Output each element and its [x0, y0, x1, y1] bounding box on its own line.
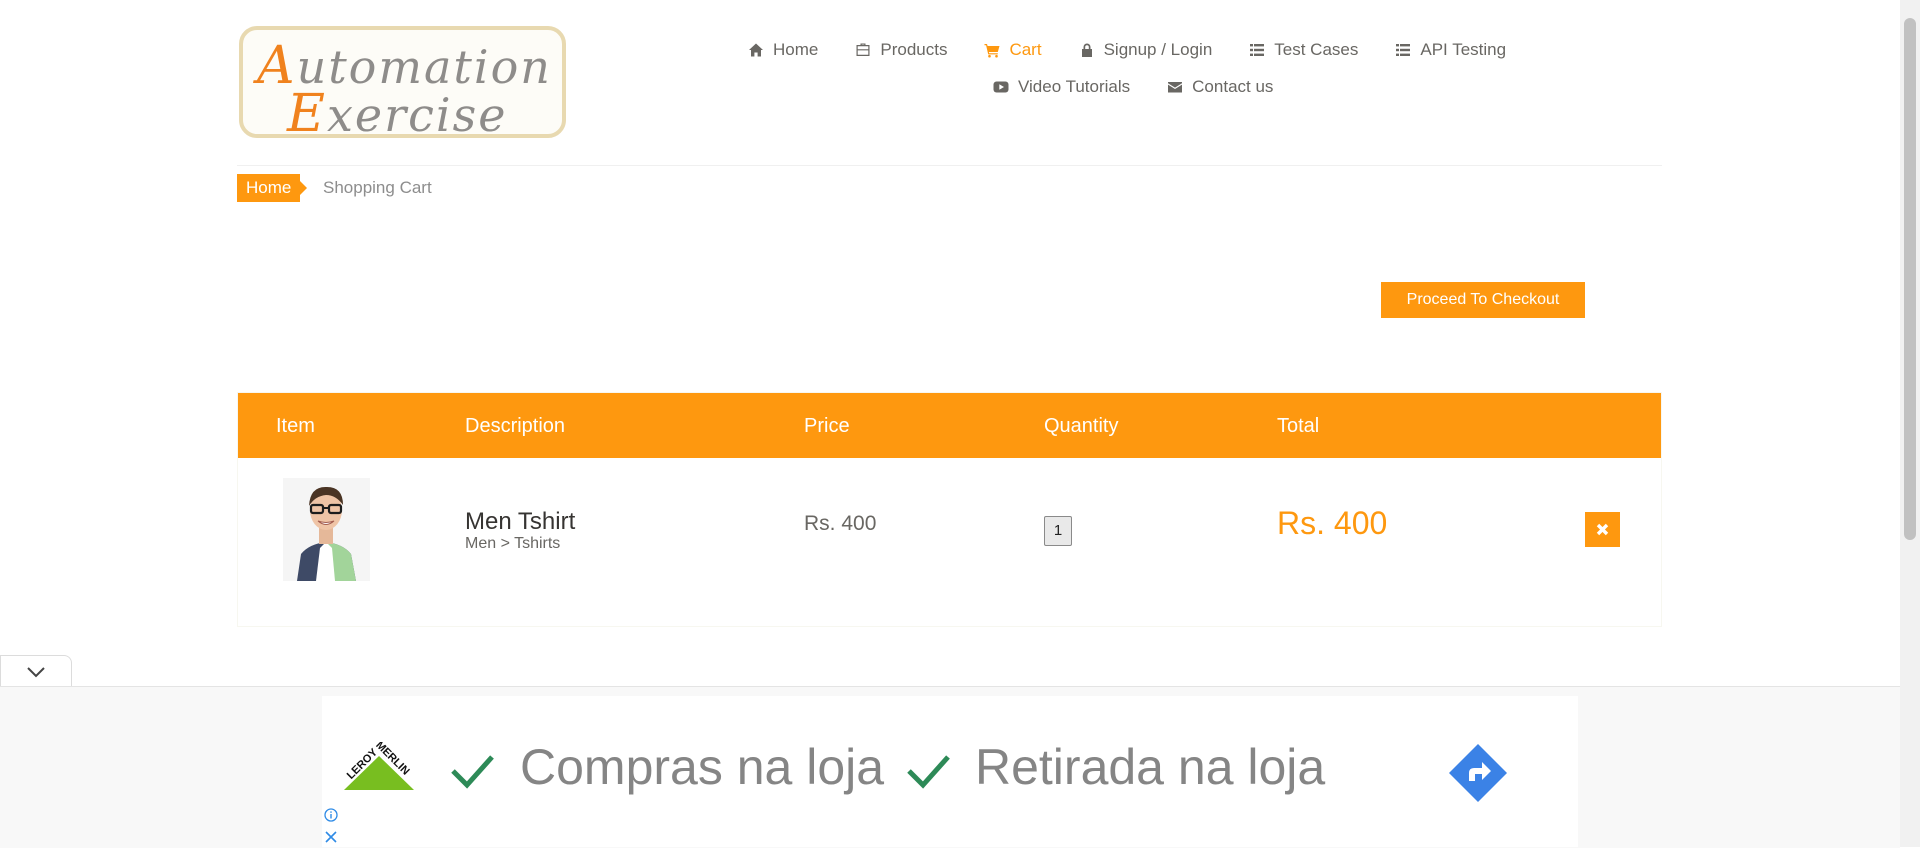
nav-video-tutorials[interactable]: Video Tutorials — [993, 77, 1130, 97]
nav-products-label: Products — [880, 40, 948, 59]
nav-contact-label: Contact us — [1192, 77, 1274, 96]
cart-table: Item Description Price Quantity Total Me… — [237, 392, 1662, 627]
header-description: Description — [465, 415, 566, 437]
nav-home-label: Home — [773, 40, 819, 59]
home-icon — [749, 43, 763, 57]
leroy-merlin-logo: LEROY MERLIN — [344, 742, 414, 790]
cart-table-header: Item Description Price Quantity Total — [238, 393, 1661, 458]
list-icon — [1396, 44, 1411, 56]
nav-products[interactable]: Products — [855, 40, 947, 60]
ad-text-retirada: Retirada na loja — [975, 739, 1326, 795]
nav-cart[interactable]: Cart — [984, 40, 1042, 60]
ad-text-compras: Compras na loja — [520, 739, 885, 795]
line-total: Rs. 400 — [1277, 505, 1388, 541]
nav-signup-login[interactable]: Signup / Login — [1079, 40, 1213, 60]
envelope-icon — [1168, 82, 1183, 93]
header-quantity: Quantity — [1044, 415, 1119, 437]
main-nav: Home Products Cart Signup / Login Test C… — [748, 38, 1543, 62]
ad-collapse-toggle[interactable] — [0, 655, 72, 687]
logo-line-2: Exercise — [287, 84, 508, 144]
header-price: Price — [804, 415, 850, 437]
header-item: Item — [276, 415, 315, 437]
nav-cart-label: Cart — [1009, 40, 1042, 59]
proceed-to-checkout-button[interactable]: Proceed To Checkout — [1381, 282, 1585, 318]
table-row: Men Tshirt Men > Tshirts Rs. 400 1 Rs. 4… — [238, 458, 1661, 626]
product-category: Men > Tshirts — [465, 535, 561, 552]
header-total: Total — [1277, 415, 1320, 437]
breadcrumb-current: Shopping Cart — [323, 178, 432, 197]
lock-icon — [1081, 43, 1092, 57]
site-logo[interactable]: Automation Exercise — [239, 26, 566, 144]
ad-info-icon[interactable] — [324, 808, 338, 822]
product-image[interactable] — [283, 478, 370, 581]
check-icon — [451, 755, 494, 789]
briefcase-icon — [856, 43, 870, 56]
chevron-down-icon — [27, 666, 45, 677]
delete-item-button[interactable] — [1585, 512, 1620, 547]
nav-test-cases[interactable]: Test Cases — [1249, 40, 1358, 60]
ad-banner[interactable]: LEROY MERLIN Compras na loja Retirada na… — [322, 696, 1578, 847]
nav-api-testing-label: API Testing — [1420, 40, 1507, 59]
nav-signup-label: Signup / Login — [1103, 40, 1213, 59]
header-divider — [237, 165, 1662, 166]
nav-home[interactable]: Home — [748, 40, 818, 60]
nav-video-label: Video Tutorials — [1018, 77, 1131, 96]
page-scrollbar[interactable] — [1900, 0, 1920, 847]
quantity-value: 1 — [1044, 516, 1072, 546]
cart-icon — [984, 44, 1000, 58]
youtube-icon — [993, 81, 1009, 93]
scrollbar-thumb[interactable] — [1904, 18, 1916, 540]
check-icon — [907, 755, 950, 789]
secondary-nav: Video Tutorials Contact us — [993, 75, 1310, 99]
nav-contact-us[interactable]: Contact us — [1167, 77, 1273, 97]
nav-api-testing[interactable]: API Testing — [1395, 40, 1506, 60]
breadcrumb-home[interactable]: Home — [237, 174, 308, 202]
list-icon — [1250, 44, 1265, 56]
ad-close-icon[interactable] — [324, 830, 338, 844]
close-icon — [1596, 523, 1609, 536]
product-price: Rs. 400 — [804, 512, 877, 535]
product-name-link[interactable]: Men Tshirt — [465, 508, 575, 536]
nav-test-cases-label: Test Cases — [1274, 40, 1359, 59]
directions-icon[interactable] — [1448, 743, 1508, 803]
